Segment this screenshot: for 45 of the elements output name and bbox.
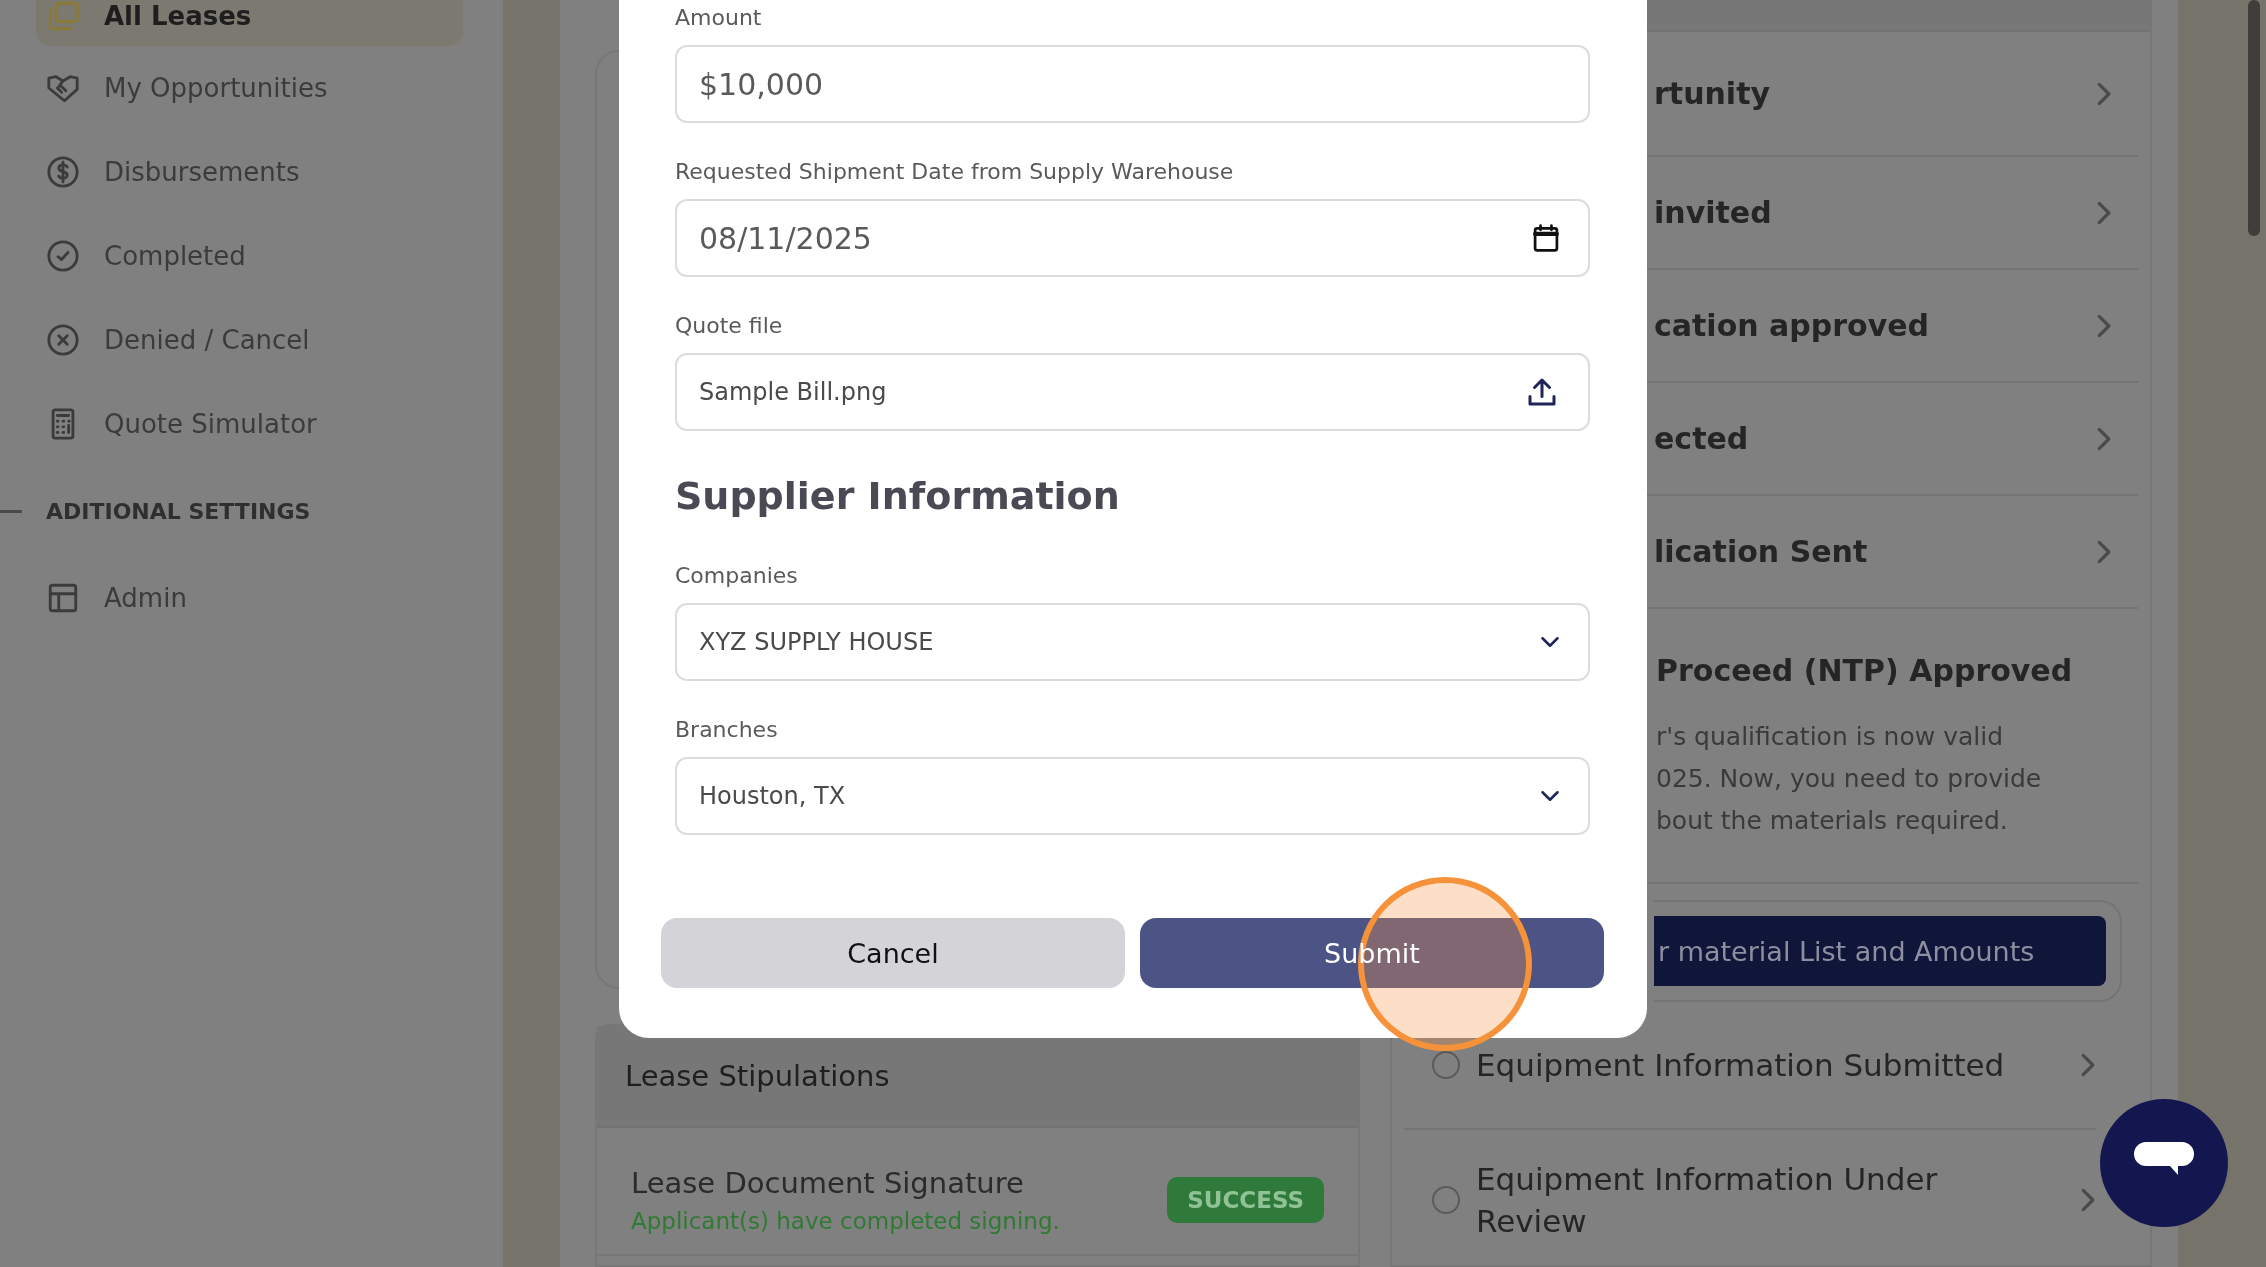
material-list-button[interactable]: r material List and Amounts bbox=[1654, 916, 2106, 986]
sidebar-item[interactable]: Completed bbox=[36, 214, 463, 298]
field-label: Companies bbox=[675, 562, 799, 590]
chevron-right-icon bbox=[2080, 1052, 2096, 1078]
cancel-button[interactable]: Cancel bbox=[661, 918, 1125, 988]
dropdown[interactable]: Houston, TX bbox=[675, 757, 1590, 835]
file-field[interactable]: Sample Bill.png bbox=[675, 353, 1590, 431]
dollar-icon bbox=[46, 155, 80, 189]
chevron-down-icon bbox=[1540, 789, 1560, 803]
radio-button[interactable] bbox=[1432, 1186, 1460, 1214]
field-label: Requested Shipment Date from Supply Warehouse bbox=[675, 158, 1235, 186]
field-label: Branches bbox=[675, 716, 779, 744]
sidebar-item[interactable]: My Opportunities bbox=[36, 46, 463, 130]
step-row[interactable]: Equipment Information Under Review bbox=[1404, 1130, 2096, 1267]
sidebar-item[interactable]: Disbursements bbox=[36, 130, 463, 214]
chevron-right-icon bbox=[2096, 80, 2112, 107]
sidebar-item[interactable]: Admin bbox=[36, 556, 463, 640]
date-field[interactable]: 08/11/2025 bbox=[675, 199, 1590, 277]
step-description: r's qualification is now valid 025. Now, you need to provide bout the materials required. bbox=[1656, 721, 2043, 837]
section-heading: Supplier Information bbox=[675, 474, 1121, 518]
sidebar-item[interactable]: Denied / Cancel bbox=[36, 298, 463, 382]
step-title: Proceed (NTP) Approved bbox=[1656, 653, 2074, 688]
scrollbar-thumb[interactable] bbox=[2248, 0, 2260, 236]
chevron-right-icon bbox=[2096, 538, 2112, 565]
stack-icon bbox=[46, 0, 80, 33]
stipulation-note: Applicant(s) have completed signing. bbox=[631, 1208, 1060, 1234]
sidebar-item[interactable]: Quote Simulator bbox=[36, 382, 463, 466]
chevron-right-icon bbox=[2096, 425, 2112, 452]
dropdown[interactable]: XYZ SUPPLY HOUSE bbox=[675, 603, 1590, 681]
section-heading: ADITIONAL SETTINGS bbox=[46, 498, 311, 524]
x-circle-icon bbox=[46, 323, 80, 357]
field-label: Amount bbox=[675, 4, 763, 32]
chevron-down-icon bbox=[1540, 635, 1560, 649]
chevron-right-icon bbox=[2096, 312, 2112, 339]
stipulation-title: Lease Document Signature bbox=[631, 1166, 1025, 1200]
check-circle-icon bbox=[46, 239, 80, 273]
sidebar-item[interactable]: All Leases bbox=[36, 0, 463, 46]
calendar-icon bbox=[1532, 223, 1560, 253]
layout-icon bbox=[46, 581, 80, 615]
status-badge: SUCCESS bbox=[1167, 1177, 1324, 1223]
field-label: Quote file bbox=[675, 312, 784, 340]
chevron-right-icon bbox=[2080, 1187, 2096, 1213]
chevron-right-icon bbox=[2096, 199, 2112, 226]
amount-field[interactable]: $10,000 bbox=[675, 45, 1590, 123]
radio-button[interactable] bbox=[1432, 1051, 1460, 1079]
